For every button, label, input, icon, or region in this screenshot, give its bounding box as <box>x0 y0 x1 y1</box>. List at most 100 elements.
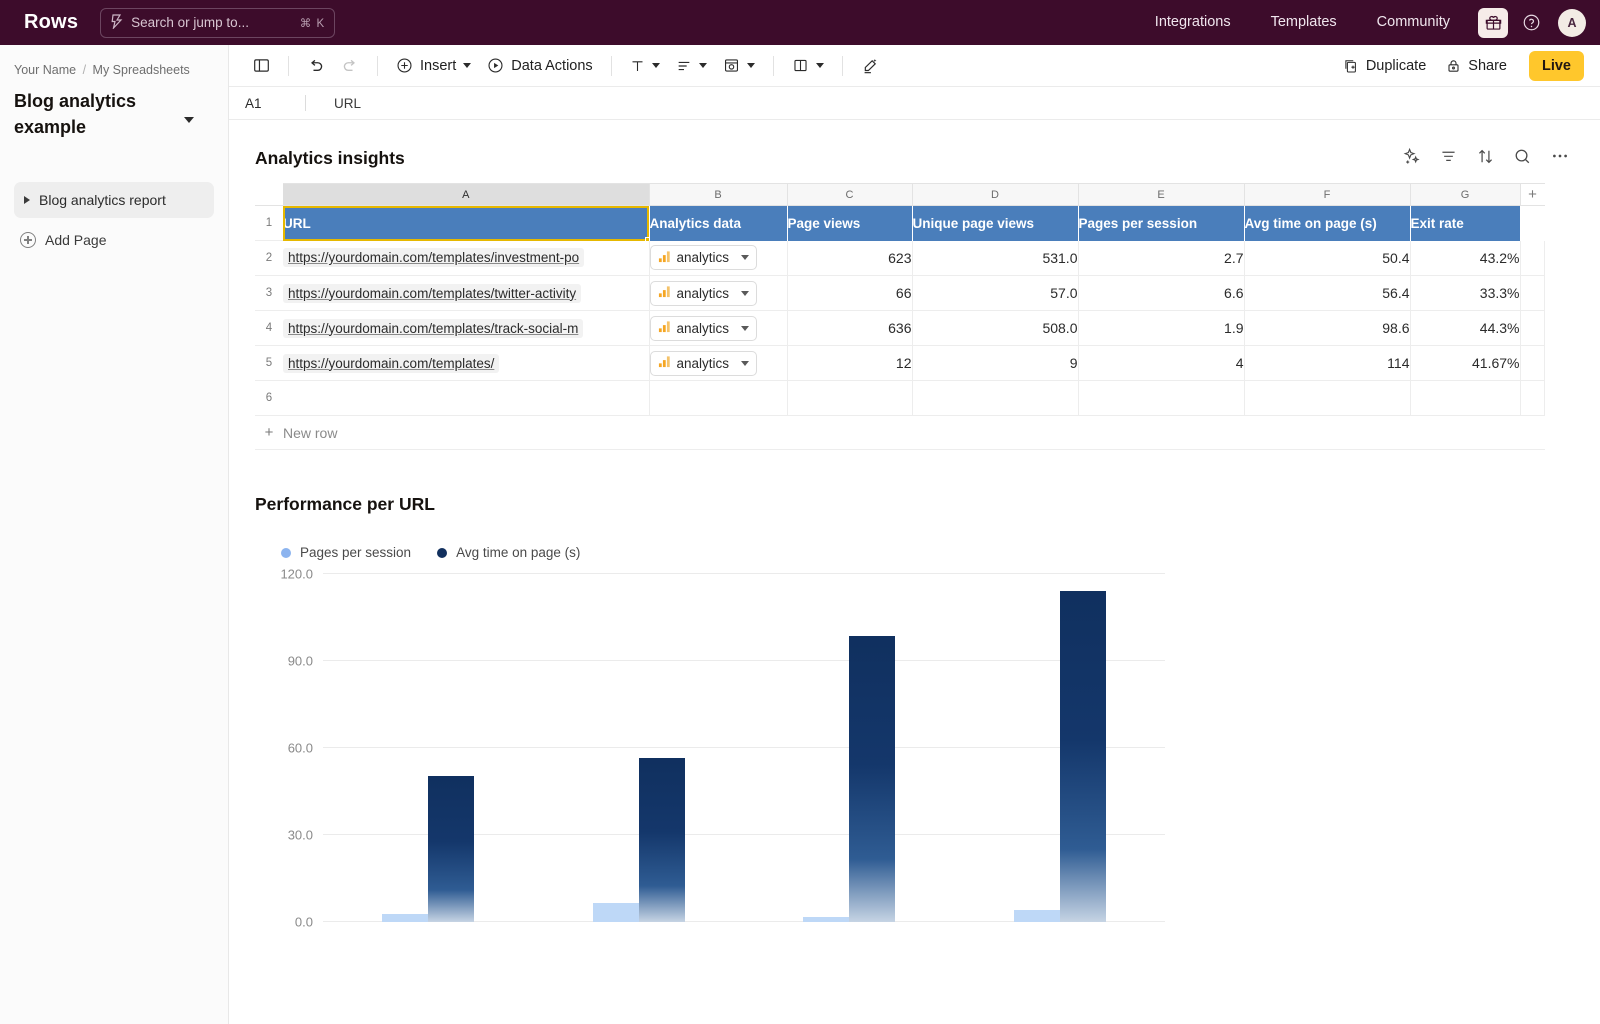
cell-exit-rate[interactable]: 33.3% <box>1410 276 1520 311</box>
breadcrumb-owner[interactable]: Your Name <box>14 63 76 77</box>
new-row-label[interactable]: New row <box>283 416 1545 450</box>
add-column-button[interactable]: + <box>1520 184 1545 206</box>
integration-chip[interactable]: analytics <box>650 351 757 376</box>
cell-empty[interactable] <box>1520 311 1545 346</box>
cell-url[interactable]: https://yourdomain.com/templates/twitter… <box>283 276 649 311</box>
cell-unique-page-views[interactable]: 9 <box>912 346 1078 381</box>
row-number[interactable]: 1 <box>255 206 283 241</box>
cell-exit-rate[interactable]: 43.2% <box>1410 241 1520 276</box>
cell-page-views[interactable]: 636 <box>787 311 912 346</box>
cell-analytics-data[interactable]: analytics <box>649 241 787 276</box>
cell-empty[interactable] <box>787 381 912 416</box>
insert-button[interactable]: Insert <box>388 51 479 81</box>
cell-avg-time-on-page[interactable]: 56.4 <box>1244 276 1410 311</box>
cell-unique-page-views[interactable]: 57.0 <box>912 276 1078 311</box>
undo-icon[interactable] <box>299 51 333 81</box>
cell-page-views[interactable]: 66 <box>787 276 912 311</box>
cell-page-views[interactable]: 623 <box>787 241 912 276</box>
redo-icon[interactable] <box>333 51 367 81</box>
nav-integrations[interactable]: Integrations <box>1135 0 1251 45</box>
chart-bar[interactable] <box>639 758 685 922</box>
cell-exit-rate[interactable]: 41.67% <box>1410 346 1520 381</box>
cell-empty[interactable] <box>1244 381 1410 416</box>
column-header-g[interactable]: G <box>1410 184 1520 206</box>
column-header-e[interactable]: E <box>1078 184 1244 206</box>
ai-sparkle-icon[interactable] <box>1402 147 1421 171</box>
app-logo[interactable]: Rows <box>24 11 78 34</box>
cell-empty[interactable] <box>1520 346 1545 381</box>
header-cell-exit-rate[interactable]: Exit rate <box>1410 206 1520 241</box>
avatar[interactable]: A <box>1558 9 1586 37</box>
merge-cells-icon[interactable] <box>784 51 832 81</box>
add-page-button[interactable]: Add Page <box>14 222 214 258</box>
cell-empty[interactable] <box>283 381 649 416</box>
sidebar-item-blog-analytics-report[interactable]: Blog analytics report <box>14 182 214 218</box>
nav-templates[interactable]: Templates <box>1251 0 1357 45</box>
new-row-plus-icon[interactable]: + <box>255 416 283 450</box>
legend-item-avg-time-on-page[interactable]: Avg time on page (s) <box>437 545 580 560</box>
chart-bar[interactable] <box>1060 591 1106 922</box>
legend-item-pages-per-session[interactable]: Pages per session <box>281 545 411 560</box>
header-cell-url[interactable]: URL <box>283 206 649 241</box>
grid-corner[interactable] <box>255 184 283 206</box>
cell-url[interactable]: https://yourdomain.com/templates/track-s… <box>283 311 649 346</box>
duplicate-button[interactable]: Duplicate <box>1335 51 1434 81</box>
cell-style-icon[interactable] <box>715 51 763 81</box>
cell-pages-per-session[interactable]: 4 <box>1078 346 1244 381</box>
sort-icon[interactable] <box>1476 147 1495 171</box>
live-button[interactable]: Live <box>1529 51 1584 81</box>
cell-empty[interactable] <box>1520 276 1545 311</box>
data-actions-button[interactable]: Data Actions <box>479 51 600 81</box>
cell-empty[interactable] <box>1078 381 1244 416</box>
url-link[interactable]: https://yourdomain.com/templates/investm… <box>283 248 584 267</box>
cell-exit-rate[interactable]: 44.3% <box>1410 311 1520 346</box>
cell-url[interactable]: https://yourdomain.com/templates/investm… <box>283 241 649 276</box>
column-header-b[interactable]: B <box>649 184 787 206</box>
search-icon[interactable] <box>1513 147 1532 171</box>
cell-reference[interactable]: A1 <box>245 96 305 111</box>
cell-pages-per-session[interactable]: 2.7 <box>1078 241 1244 276</box>
header-cell-pages-per-session[interactable]: Pages per session <box>1078 206 1244 241</box>
header-cell-page-views[interactable]: Page views <box>787 206 912 241</box>
cell-avg-time-on-page[interactable]: 50.4 <box>1244 241 1410 276</box>
integration-chip[interactable]: analytics <box>650 316 757 341</box>
column-header-d[interactable]: D <box>912 184 1078 206</box>
cell-avg-time-on-page[interactable]: 114 <box>1244 346 1410 381</box>
text-format-icon[interactable] <box>622 51 668 81</box>
chart-bar[interactable] <box>382 914 428 922</box>
cell-unique-page-views[interactable]: 508.0 <box>912 311 1078 346</box>
cell-pages-per-session[interactable]: 1.9 <box>1078 311 1244 346</box>
share-button[interactable]: Share <box>1438 51 1515 81</box>
formula-input[interactable]: URL <box>334 96 361 111</box>
column-header-a[interactable]: A <box>283 184 649 206</box>
row-number[interactable]: 2 <box>255 241 283 276</box>
cell-analytics-data[interactable]: analytics <box>649 311 787 346</box>
chevron-down-icon[interactable] <box>741 291 749 296</box>
url-link[interactable]: https://yourdomain.com/templates/track-s… <box>283 319 583 338</box>
cell-empty[interactable] <box>649 381 787 416</box>
chart-bar[interactable] <box>803 917 849 923</box>
url-link[interactable]: https://yourdomain.com/templates/ <box>283 354 499 373</box>
row-number[interactable]: 4 <box>255 311 283 346</box>
cell-empty[interactable] <box>912 381 1078 416</box>
chevron-down-icon[interactable] <box>741 255 749 260</box>
chevron-down-icon[interactable] <box>741 361 749 366</box>
gift-icon[interactable] <box>1478 8 1508 38</box>
clear-formatting-icon[interactable] <box>853 51 887 81</box>
row-number[interactable]: 5 <box>255 346 283 381</box>
cell-pages-per-session[interactable]: 6.6 <box>1078 276 1244 311</box>
help-circle-icon[interactable] <box>1516 8 1546 38</box>
chart-bar[interactable] <box>849 636 895 922</box>
new-row[interactable]: + New row <box>255 416 1545 450</box>
cell-url[interactable]: https://yourdomain.com/templates/ <box>283 346 649 381</box>
cell-avg-time-on-page[interactable]: 98.6 <box>1244 311 1410 346</box>
chart-bar[interactable] <box>428 776 474 922</box>
selection-handle[interactable] <box>645 237 650 241</box>
chevron-down-icon[interactable] <box>741 326 749 331</box>
chevron-right-icon[interactable] <box>24 196 30 204</box>
chevron-down-icon[interactable] <box>184 117 194 123</box>
header-cell-avg-time-on-page[interactable]: Avg time on page (s) <box>1244 206 1410 241</box>
filter-icon[interactable] <box>1439 147 1458 171</box>
cell-empty[interactable] <box>1520 241 1545 276</box>
cell-analytics-data[interactable]: analytics <box>649 276 787 311</box>
